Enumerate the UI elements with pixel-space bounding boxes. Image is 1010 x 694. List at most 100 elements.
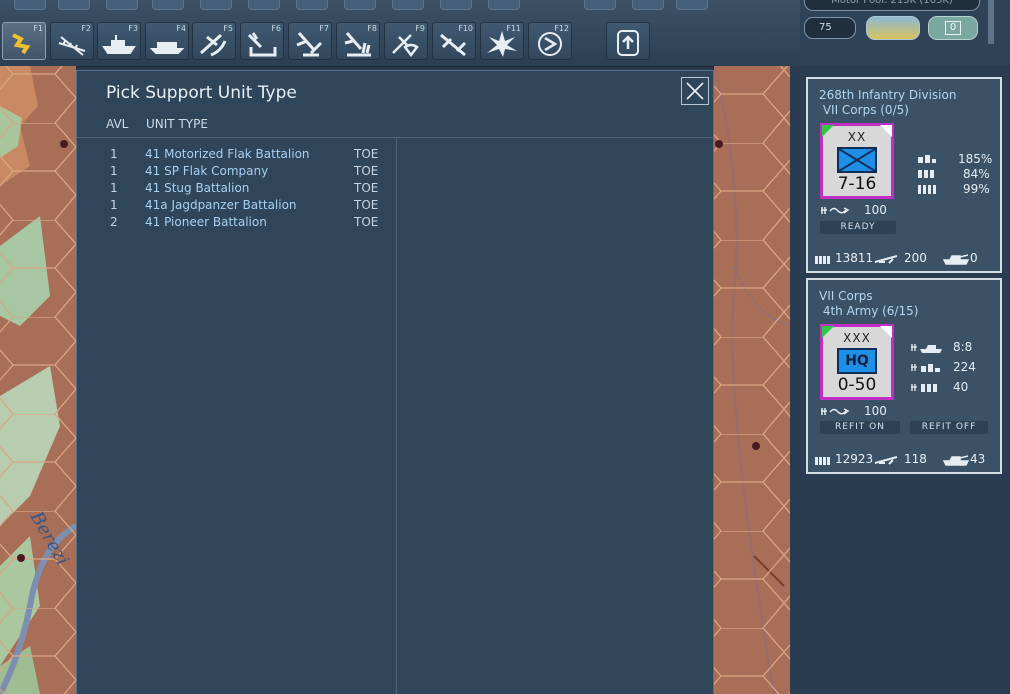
men-count: 12923 bbox=[835, 452, 874, 466]
unit-type-name[interactable]: 41 SP Flak Company bbox=[145, 164, 268, 178]
paradrop-button[interactable]: F9 bbox=[384, 22, 428, 60]
toolbar-row-top-button[interactable] bbox=[248, 0, 280, 10]
unit-counter[interactable]: XXX HQ 0-50 bbox=[820, 324, 894, 400]
guns-count: 200 bbox=[904, 251, 927, 265]
unit-card-hq[interactable]: VII Corps 4th Army (6/15) XXX HQ 0-50 8:… bbox=[806, 278, 1002, 474]
naval-transport-button[interactable]: F4 bbox=[145, 22, 189, 60]
toolbar-row-top-button[interactable] bbox=[440, 0, 472, 10]
toe-link[interactable]: TOE bbox=[354, 198, 378, 212]
list-item[interactable]: 1 41a Jagdpanzer Battalion TOE bbox=[77, 198, 395, 215]
stat-squads: 224 bbox=[953, 360, 976, 374]
pick-support-unit-dialog: Pick Support Unit Type AVL UNIT TYPE 1 4… bbox=[76, 70, 714, 694]
movement-points-value: 100 bbox=[864, 203, 887, 217]
avl-value: 1 bbox=[110, 198, 118, 212]
status-panel: Motor Pool: 215K (163K) 75 0 bbox=[800, 0, 1010, 66]
stat-supply-pct: 99% bbox=[963, 182, 990, 196]
dialog-title: Pick Support Unit Type bbox=[106, 83, 297, 103]
toolbar-row-top-button[interactable] bbox=[106, 0, 138, 10]
artillery-icon bbox=[874, 456, 898, 465]
tank-icon bbox=[942, 455, 970, 466]
fkey-label: F12 bbox=[554, 24, 569, 33]
stat-ammo: 40 bbox=[953, 380, 969, 394]
fkey-label: F2 bbox=[81, 24, 91, 33]
interdiction-button[interactable]: F10 bbox=[432, 22, 476, 60]
toolbar-row-top-button[interactable] bbox=[152, 0, 184, 10]
men-count: 13811 bbox=[835, 251, 874, 265]
unit-parent: 4th Army (6/15) bbox=[819, 304, 919, 318]
status-field-2[interactable]: 0 bbox=[928, 16, 978, 40]
ship-button[interactable]: F3 bbox=[97, 22, 141, 60]
toolbar-row-top-button[interactable] bbox=[584, 0, 616, 10]
ready-status-button[interactable]: READY bbox=[820, 221, 896, 234]
air-attack-icon bbox=[344, 32, 371, 57]
status-field-1: 75 bbox=[804, 17, 856, 39]
rail-icon bbox=[58, 36, 86, 56]
list-item[interactable]: 1 41 Motorized Flak Battalion TOE bbox=[77, 147, 395, 164]
unit-type-name[interactable]: 41 Stug Battalion bbox=[145, 181, 249, 195]
unit-counter[interactable]: XX 7-16 bbox=[820, 123, 894, 199]
toolbar-row-top-button[interactable] bbox=[296, 0, 328, 10]
naval-transport-icon bbox=[150, 42, 184, 54]
end-turn-button[interactable]: F12 bbox=[528, 22, 572, 60]
map-view-right[interactable] bbox=[714, 66, 790, 694]
list-item[interactable]: 1 41 Stug Battalion TOE bbox=[77, 181, 395, 198]
avl-value: 1 bbox=[110, 181, 118, 195]
hex-map-terrain: Berezi bbox=[0, 66, 76, 694]
move-button[interactable]: F1 bbox=[2, 22, 46, 60]
fkey-label: F6 bbox=[271, 24, 281, 33]
upload-button[interactable] bbox=[606, 22, 650, 60]
weather-icon[interactable] bbox=[866, 16, 920, 40]
unit-card-division[interactable]: 268th Infantry Division VII Corps (0/5) … bbox=[806, 77, 1002, 273]
air-transport-icon bbox=[296, 32, 323, 57]
airfield-icon bbox=[247, 32, 277, 57]
unit-type-name[interactable]: 41 Motorized Flak Battalion bbox=[145, 147, 310, 161]
move-icon bbox=[12, 33, 31, 55]
toolbar-row-top-button[interactable] bbox=[58, 0, 90, 10]
toe-link[interactable]: TOE bbox=[354, 164, 378, 178]
map-view-left[interactable]: Berezi bbox=[0, 66, 76, 694]
bombardment-button[interactable]: F11 bbox=[480, 22, 524, 60]
list-item[interactable]: 2 41 Pioneer Battalion TOE bbox=[77, 215, 395, 232]
hq-symbol-icon: HQ bbox=[837, 348, 877, 374]
fkey-label: F4 bbox=[176, 24, 186, 33]
toe-link[interactable]: TOE bbox=[354, 215, 378, 229]
toolbar-row-top-button[interactable] bbox=[14, 0, 46, 10]
end-turn-icon bbox=[538, 32, 562, 56]
air-attack-button[interactable]: F8 bbox=[336, 22, 380, 60]
toolbar: F1 F2 F3 F4 F5 F6 F7 F8 F9 F10 F11 F12 bbox=[0, 0, 800, 67]
toe-link[interactable]: TOE bbox=[354, 181, 378, 195]
unit-type-name[interactable]: 41a Jagdpanzer Battalion bbox=[145, 198, 297, 212]
toe-link[interactable]: TOE bbox=[354, 147, 378, 161]
close-icon bbox=[686, 82, 704, 100]
toolbar-row-top-button[interactable] bbox=[200, 0, 232, 10]
hex-map-terrain bbox=[714, 66, 790, 694]
air-recon-button[interactable]: F5 bbox=[192, 22, 236, 60]
airfield-button[interactable]: F6 bbox=[240, 22, 284, 60]
toolbar-row-top-button[interactable] bbox=[392, 0, 424, 10]
toolbar-row-top-button[interactable] bbox=[632, 0, 664, 10]
upload-icon bbox=[617, 30, 639, 56]
column-header-avl: AVL bbox=[106, 117, 129, 131]
unit-name: 268th Infantry Division bbox=[819, 88, 957, 102]
rail-button[interactable]: F2 bbox=[50, 22, 94, 60]
infantry-symbol-icon bbox=[837, 147, 877, 173]
refit-off-button[interactable]: REFIT OFF bbox=[910, 421, 988, 434]
unit-size: XXX bbox=[843, 331, 871, 345]
motor-pool-readout: Motor Pool: 215K (163K) bbox=[804, 0, 980, 11]
refit-on-button[interactable]: REFIT ON bbox=[820, 421, 900, 434]
unit-name: VII Corps bbox=[819, 289, 873, 303]
close-button[interactable] bbox=[681, 77, 709, 105]
scrollbar[interactable] bbox=[988, 0, 994, 44]
interdiction-icon bbox=[440, 33, 467, 57]
stat-afv-ratio: 8:8 bbox=[953, 340, 973, 354]
list-item[interactable]: 1 41 SP Flak Company TOE bbox=[77, 164, 395, 181]
bombardment-icon bbox=[487, 31, 517, 57]
air-transport-button[interactable]: F7 bbox=[288, 22, 332, 60]
unit-type-name[interactable]: 41 Pioneer Battalion bbox=[145, 215, 267, 229]
movement-points-icon bbox=[821, 207, 850, 214]
column-header-unit-type: UNIT TYPE bbox=[146, 117, 208, 131]
toolbar-row-top-button[interactable] bbox=[344, 0, 376, 10]
unit-info-panel: 268th Infantry Division VII Corps (0/5) … bbox=[790, 66, 1010, 694]
toolbar-row-top-button[interactable] bbox=[488, 0, 520, 10]
toolbar-row-top-button[interactable] bbox=[676, 0, 708, 10]
